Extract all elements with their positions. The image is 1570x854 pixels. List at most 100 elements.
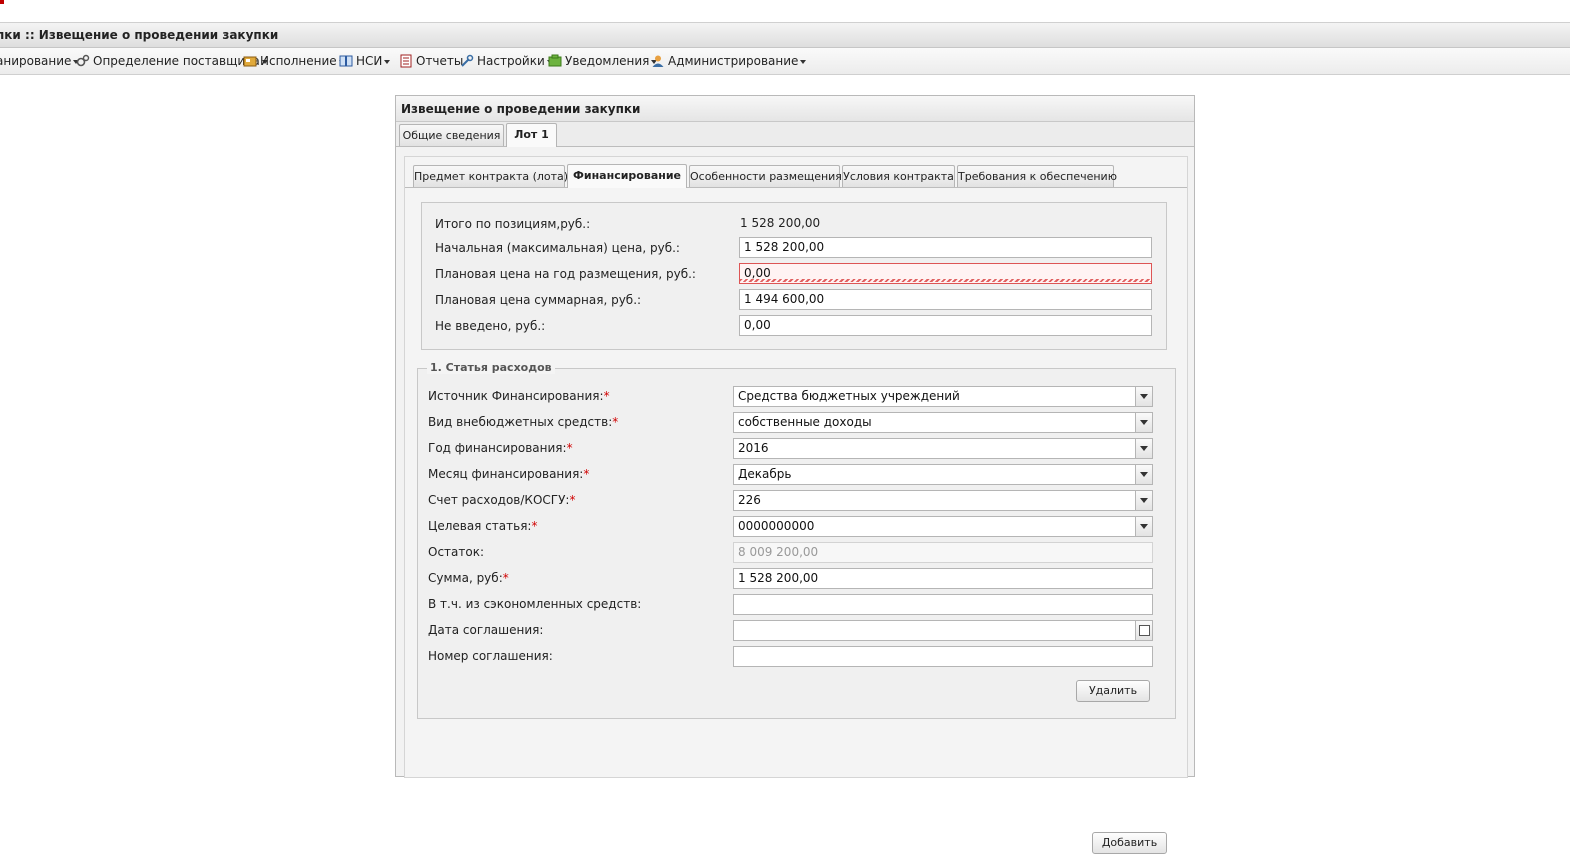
tab-placement[interactable]: Особенности размещения: [689, 165, 842, 187]
menu-execution[interactable]: Исполнение: [243, 54, 345, 68]
required-mark: *: [531, 519, 538, 533]
menu-nsi-label: НСИ: [356, 54, 383, 68]
menu-reports[interactable]: Отчеты: [399, 54, 463, 68]
chevron-down-icon[interactable]: [1135, 491, 1152, 510]
inner-tabs: Предмет контракта (лота) Финансирование …: [405, 163, 1187, 188]
menu-planning-label: анирование: [0, 54, 72, 68]
chevron-down-icon[interactable]: [1135, 517, 1152, 536]
source-label-text: Источник Финансирования:: [428, 389, 604, 403]
source-label: Источник Финансирования:*: [428, 389, 610, 403]
gears-icon: [76, 54, 90, 67]
window-title-bar: пки :: Извещение о проведении закупки: [0, 23, 1570, 48]
execution-icon: [243, 56, 257, 67]
required-mark: *: [569, 493, 576, 507]
menu-admin[interactable]: Администрирование: [651, 54, 807, 68]
required-mark: *: [612, 415, 619, 429]
menu-settings-label: Настройки: [477, 54, 545, 68]
wrench-icon: [461, 54, 474, 67]
notice-panel: Извещение о проведении закупки Общие све…: [395, 95, 1195, 854]
tab-financing[interactable]: Финансирование: [567, 164, 687, 188]
account-label-text: Счет расходов/КОСГУ:: [428, 493, 570, 507]
panel-header: Извещение о проведении закупки: [396, 96, 1194, 122]
not-entered-label: Не введено, руб.:: [435, 319, 546, 333]
calendar-icon[interactable]: [1135, 621, 1152, 640]
book-icon: [339, 55, 353, 67]
saved-input[interactable]: [733, 594, 1153, 615]
target-select[interactable]: 0000000000: [733, 516, 1153, 537]
window-title: пки :: Извещение о проведении закупки: [0, 28, 279, 42]
year-select[interactable]: 2016: [733, 438, 1153, 459]
top-bar: [0, 0, 1570, 23]
required-mark: *: [502, 571, 509, 585]
notification-icon: [548, 54, 562, 67]
extra-label: Вид внебюджетных средств:*: [428, 415, 618, 429]
required-mark: *: [583, 467, 590, 481]
menu-reports-label: Отчеты: [416, 54, 464, 68]
menu-nsi[interactable]: НСИ: [339, 54, 391, 68]
logo-icon: [0, 0, 4, 4]
source-value: Средства бюджетных учреждений: [738, 389, 960, 403]
target-value: 0000000000: [738, 519, 815, 533]
not-entered-input[interactable]: 0,00: [739, 315, 1152, 336]
report-icon: [400, 54, 412, 68]
saved-label: В т.ч. из сэкономленных средств:: [428, 597, 642, 611]
year-label-text: Год финансирования:: [428, 441, 567, 455]
account-value: 226: [738, 493, 761, 507]
menu-admin-label: Администрирование: [668, 54, 799, 68]
sum-label-text: Сумма, руб:: [428, 571, 503, 585]
extra-label-text: Вид внебюджетных средств:: [428, 415, 613, 429]
year-value: 2016: [738, 441, 769, 455]
initial-price-label: Начальная (максимальная) цена, руб.:: [435, 241, 680, 255]
extra-select[interactable]: собственные доходы: [733, 412, 1153, 433]
outer-tabs: Общие сведения Лот 1: [396, 122, 1194, 147]
account-select[interactable]: 226: [733, 490, 1153, 511]
menu-settings[interactable]: Настройки: [460, 54, 553, 68]
chevron-down-icon: [800, 59, 807, 64]
chevron-down-icon[interactable]: [1135, 387, 1152, 406]
chevron-down-icon[interactable]: [1135, 413, 1152, 432]
required-mark: *: [566, 441, 573, 455]
planned-total-input[interactable]: 1 494 600,00: [739, 289, 1152, 310]
agreement-date-input[interactable]: [733, 620, 1153, 641]
year-label: Год финансирования:*: [428, 441, 573, 455]
balance-label: Остаток:: [428, 545, 485, 559]
chevron-down-icon[interactable]: [1135, 439, 1152, 458]
tab-security-requirements[interactable]: Требования к обеспечению: [957, 165, 1117, 187]
balance-field: 8 009 200,00: [733, 542, 1153, 563]
planned-year-input[interactable]: 0,00: [739, 263, 1152, 284]
sum-label: Сумма, руб:*: [428, 571, 509, 585]
main-menu: анирование Определение поставщика Исполн…: [0, 48, 1570, 75]
agreement-date-label: Дата соглашения:: [428, 623, 544, 637]
agreement-num-label: Номер соглашения:: [428, 649, 553, 663]
tab-general[interactable]: Общие сведения: [399, 124, 504, 146]
planned-year-label: Плановая цена на год размещения, руб.:: [435, 267, 696, 281]
menu-supplier-label: Определение поставщика: [93, 54, 260, 68]
agreement-num-input[interactable]: [733, 646, 1153, 667]
delete-button[interactable]: Удалить: [1076, 680, 1150, 702]
menu-planning[interactable]: анирование: [0, 54, 80, 68]
panel-title: Извещение о проведении закупки: [401, 102, 641, 116]
initial-price-input[interactable]: 1 528 200,00: [739, 237, 1152, 258]
expense-fieldset: 1. Статья расходов Источник Финансирован…: [417, 361, 1176, 719]
source-select[interactable]: Средства бюджетных учреждений: [733, 386, 1153, 407]
add-button[interactable]: Добавить: [1092, 832, 1167, 854]
target-label-text: Целевая статья:: [428, 519, 532, 533]
month-value: Декабрь: [738, 467, 792, 481]
target-label: Целевая статья:*: [428, 519, 537, 533]
tab-contract-subject[interactable]: Предмет контракта (лота): [413, 165, 568, 187]
tab-contract-terms[interactable]: Условия контракта: [842, 165, 955, 187]
required-mark: *: [603, 389, 610, 403]
month-select[interactable]: Декабрь: [733, 464, 1153, 485]
menu-supplier[interactable]: Определение поставщика: [76, 54, 268, 68]
menu-notifications-label: Уведомления: [565, 54, 650, 68]
chevron-down-icon[interactable]: [1135, 465, 1152, 484]
summary-block: Итого по позициям,руб.: 1 528 200,00 Нач…: [421, 202, 1167, 350]
month-label-text: Месяц финансирования:: [428, 467, 584, 481]
tab-lot-1[interactable]: Лот 1: [506, 123, 557, 147]
menu-notifications[interactable]: Уведомления: [548, 54, 658, 68]
extra-value: собственные доходы: [738, 415, 872, 429]
expense-legend: 1. Статья расходов: [427, 361, 555, 374]
planned-total-label: Плановая цена суммарная, руб.:: [435, 293, 642, 307]
sum-input[interactable]: 1 528 200,00: [733, 568, 1153, 589]
account-label: Счет расходов/КОСГУ:*: [428, 493, 575, 507]
